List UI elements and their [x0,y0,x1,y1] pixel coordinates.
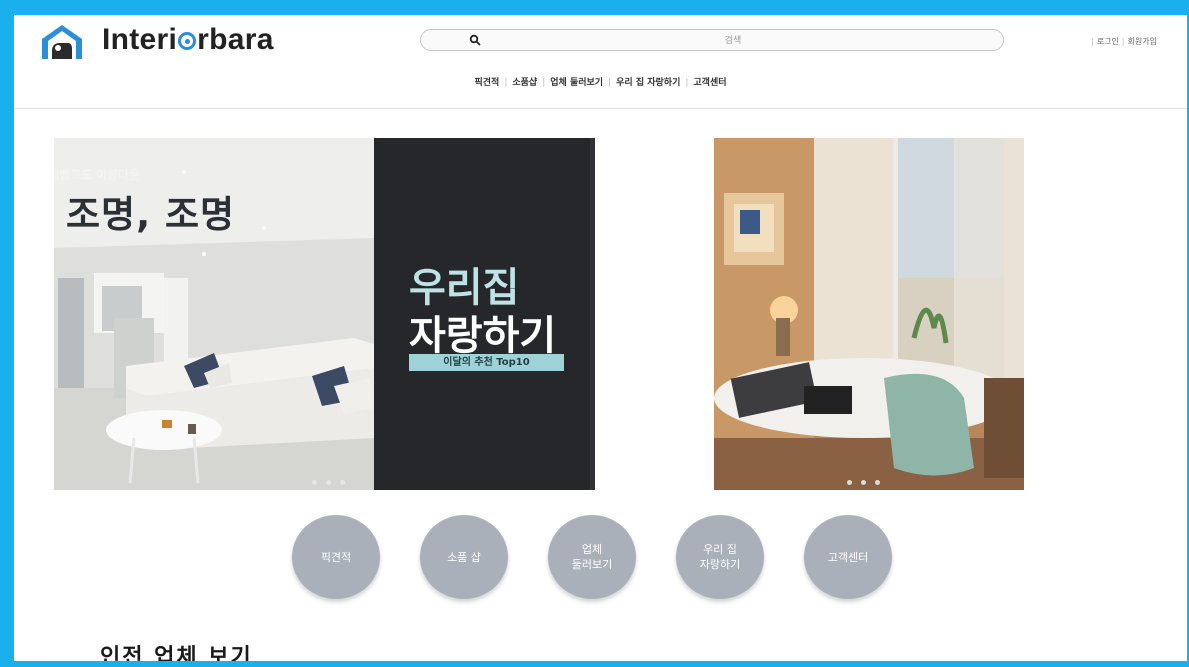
divider: | [685,78,689,88]
nav-item-shop[interactable]: 소품샵 [512,78,537,88]
carousel-dot[interactable] [861,480,866,485]
carousel-dot[interactable] [875,480,880,485]
nav-item-quote[interactable]: 픽견적 [474,78,499,88]
divider: | [608,78,612,88]
category-vendors-button[interactable]: 업체 둘러보기 [548,515,636,599]
banner-panel-line2: 자랑하기 [409,313,557,359]
nav-item-vendors[interactable]: 업체 둘러보기 [550,78,603,88]
category-support-button[interactable]: 고객센터 [804,515,892,599]
house-logo-icon[interactable] [38,21,86,61]
category-shop-button[interactable]: 소품 샵 [420,515,508,599]
study-room-image [714,138,1024,490]
screen-frame: Interirbara |로그인|회원가입 픽견적|소품샵|업체 둘러보기|우리… [0,0,1189,667]
search-input[interactable] [481,31,985,51]
main-nav: 픽견적 | 소품샵 | 업체 둘러보기 | 우리 집 자랑하기 | 고객센터 [14,75,1187,88]
divider: | [542,78,546,88]
category-menu: 픽견적 소품 샵 업체 둘러보기 우리 집 자랑하기 고객센터 [292,515,912,605]
nav-item-showcase[interactable]: 우리 집 자랑하기 [616,78,680,88]
main-banner[interactable]: 에뻡고도 아름다운 조명, 조명 우리집 자랑하기 이달의 추천 Top10 [54,138,595,490]
signup-link[interactable]: 회원가입 [1128,37,1157,46]
auth-links: | 로그인 | 회원가입 [1088,36,1157,47]
search-bar[interactable] [420,29,1004,51]
banner-title: 조명, 조명 [66,193,236,236]
category-showcase-button[interactable]: 우리 집 자랑하기 [676,515,764,599]
divider: | [504,78,508,88]
carousel-dot[interactable] [340,480,345,485]
brand-logo-o-icon [178,32,197,50]
carousel-dot[interactable] [326,480,331,485]
secondary-banner[interactable] [714,138,1024,490]
category-quote-button[interactable]: 픽견적 [292,515,380,599]
login-link[interactable]: 로그인 [1097,37,1119,46]
brand-name-part1: Interi [102,23,178,56]
nav-item-support[interactable]: 고객센터 [693,78,726,88]
header-divider [14,108,1187,109]
banner-tag: 이달의 추천 Top10 [409,354,564,371]
carousel-dots [847,480,880,485]
web-page: Interirbara |로그인|회원가입 픽견적|소품샵|업체 둘러보기|우리… [14,15,1187,661]
brand-logo[interactable]: Interi rbara [102,23,274,57]
divider: | [1121,37,1125,46]
carousel-dots [312,480,345,485]
section-title: 인전 업체 보기 [100,645,253,661]
brand-name-part2: rbara [197,23,274,56]
banner-subtitle: 에뻡고도 아름다운 [54,168,141,182]
search-icon[interactable] [469,34,481,46]
divider: | [1091,37,1094,46]
carousel-dot[interactable] [847,480,852,485]
carousel-dot[interactable] [312,480,317,485]
